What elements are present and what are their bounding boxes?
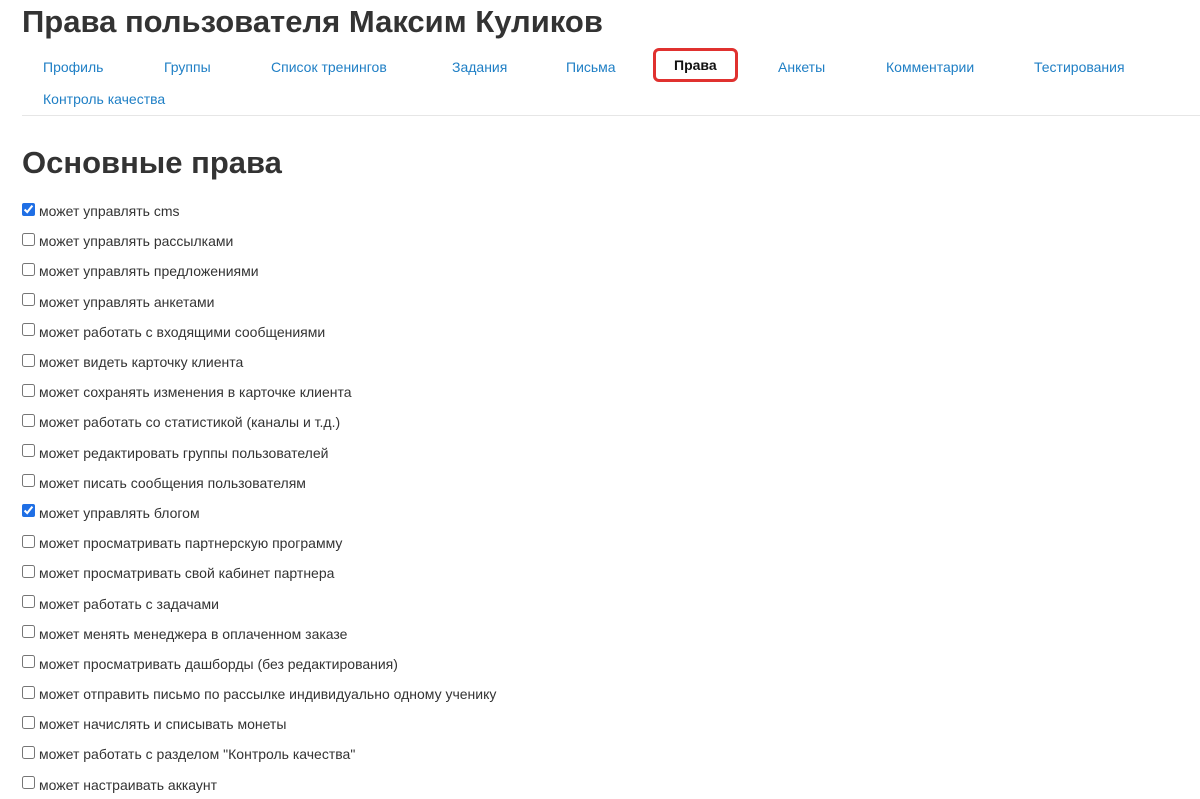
permission-label[interactable]: может управлять рассылками [39, 233, 233, 249]
permission-item: может просматривать дашборды (без редакт… [22, 649, 496, 679]
permission-checkbox[interactable] [22, 262, 35, 276]
permission-checkbox[interactable] [22, 595, 35, 609]
permission-label[interactable]: может начислять и списывать монеты [39, 716, 286, 732]
permission-item: может сохранять изменения в карточке кли… [22, 377, 496, 407]
tab-profile[interactable]: Профиль [43, 59, 103, 75]
permission-label[interactable]: может редактировать группы пользователей [39, 445, 328, 461]
permission-item: может управлять рассылками [22, 226, 496, 256]
permission-item: может видеть карточку клиента [22, 347, 496, 377]
permission-label[interactable]: может работать с разделом "Контроль каче… [39, 746, 355, 762]
tab-tasks[interactable]: Задания [452, 59, 507, 75]
permission-label[interactable]: может управлять анкетами [39, 294, 214, 310]
page-title: Права пользователя Максим Куликов [22, 4, 603, 39]
permission-checkbox[interactable] [22, 715, 35, 729]
tab-trainings-list[interactable]: Список тренингов [271, 59, 387, 75]
permission-item: может управлять анкетами [22, 287, 496, 317]
permission-checkbox[interactable] [22, 474, 35, 488]
permission-checkbox[interactable] [22, 564, 35, 578]
permission-item: может управлять блогом [22, 498, 496, 528]
permission-item: может отправить письмо по рассылке индив… [22, 679, 496, 709]
permission-label[interactable]: может писать сообщения пользователям [39, 475, 306, 491]
permission-checkbox[interactable] [22, 655, 35, 669]
permission-checkbox[interactable] [22, 353, 35, 367]
permission-item: может работать с входящими сообщениями [22, 317, 496, 347]
permission-checkbox[interactable] [22, 625, 35, 639]
permission-checkbox[interactable] [22, 413, 35, 427]
permission-label[interactable]: может работать со статистикой (каналы и … [39, 414, 340, 430]
tab-rights[interactable]: Права [653, 48, 738, 82]
permission-checkbox[interactable] [22, 444, 35, 458]
permission-checkbox[interactable] [22, 685, 35, 699]
tab-quality-control[interactable]: Контроль качества [43, 91, 165, 107]
permission-item: может работать со статистикой (каналы и … [22, 407, 496, 437]
permission-checkbox[interactable] [22, 323, 35, 337]
permission-checkbox[interactable] [22, 534, 35, 548]
permission-label[interactable]: может управлять cms [39, 203, 180, 219]
permission-checkbox[interactable] [22, 383, 35, 397]
permission-item: может просматривать партнерскую программ… [22, 528, 496, 558]
permission-item: может менять менеджера в оплаченном зака… [22, 619, 496, 649]
tab-surveys[interactable]: Анкеты [778, 59, 825, 75]
permission-item: может управлять предложениями [22, 256, 496, 286]
tab-comments[interactable]: Комментарии [886, 59, 974, 75]
permission-item: может управлять cms [22, 196, 496, 226]
permission-label[interactable]: может управлять предложениями [39, 263, 259, 279]
tab-bar: Профиль Группы Список тренингов Задания … [22, 48, 1200, 116]
permission-item: может просматривать свой кабинет партнер… [22, 558, 496, 588]
permission-label[interactable]: может работать с задачами [39, 596, 219, 612]
permission-label[interactable]: может отправить письмо по рассылке индив… [39, 686, 496, 702]
permission-label[interactable]: может просматривать дашборды (без редакт… [39, 656, 398, 672]
permission-label[interactable]: может настраивать аккаунт [39, 777, 217, 793]
permission-item: может начислять и списывать монеты [22, 709, 496, 739]
permission-item: может настраивать аккаунт [22, 770, 496, 799]
permission-label[interactable]: может работать с входящими сообщениями [39, 324, 325, 340]
permission-label[interactable]: может просматривать свой кабинет партнер… [39, 565, 334, 581]
tab-letters[interactable]: Письма [566, 59, 616, 75]
permission-checkbox[interactable] [22, 202, 35, 216]
permission-label[interactable]: может управлять блогом [39, 505, 200, 521]
permission-checkbox[interactable] [22, 293, 35, 307]
user-rights-page: Права пользователя Максим Куликов Профил… [0, 0, 1200, 799]
permission-item: может работать с задачами [22, 588, 496, 618]
tab-testing[interactable]: Тестирования [1034, 59, 1125, 75]
permission-label[interactable]: может видеть карточку клиента [39, 354, 243, 370]
permission-checkbox[interactable] [22, 745, 35, 759]
permission-checkbox[interactable] [22, 504, 35, 518]
permission-checkbox[interactable] [22, 232, 35, 246]
permission-item: может работать с разделом "Контроль каче… [22, 739, 496, 769]
section-title: Основные права [22, 145, 282, 180]
permission-label[interactable]: может просматривать партнерскую программ… [39, 535, 342, 551]
permission-label[interactable]: может сохранять изменения в карточке кли… [39, 384, 352, 400]
permissions-list: может управлять cms может управлять рассы… [22, 196, 496, 799]
permission-label[interactable]: может менять менеджера в оплаченном зака… [39, 626, 347, 642]
permission-item: может писать сообщения пользователям [22, 468, 496, 498]
permission-checkbox[interactable] [22, 776, 35, 790]
permission-item: может редактировать группы пользователей [22, 438, 496, 468]
tab-groups[interactable]: Группы [164, 59, 211, 75]
